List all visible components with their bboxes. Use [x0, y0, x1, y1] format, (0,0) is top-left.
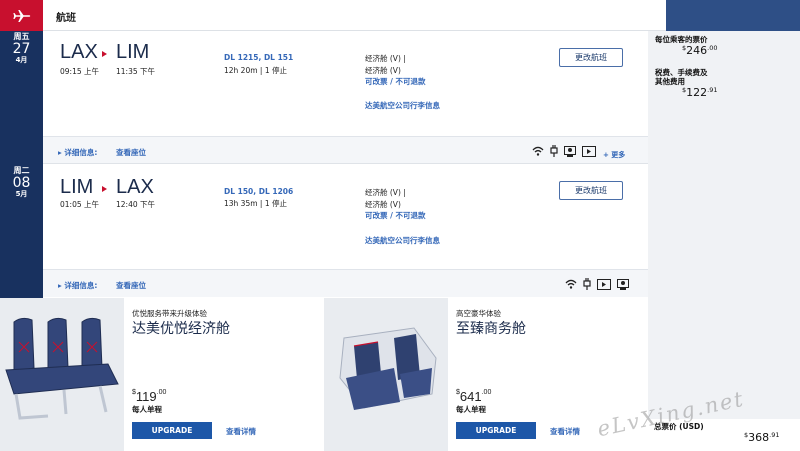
day-of-week: 周二	[13, 166, 30, 175]
destination-code: LAX	[116, 176, 154, 198]
origin-code: LAX	[60, 41, 98, 63]
segment-1-details-row: ▸ 详细信息: 查看座位 + 更多	[43, 136, 648, 164]
day-of-week: 周五	[13, 32, 30, 41]
cabin-class-2: 经济舱 (V)	[365, 200, 401, 209]
seat-row-illustration	[5, 317, 119, 420]
fare-rules-link[interactable]: 可改票 / 不可退款	[365, 210, 425, 221]
baggage-info-link[interactable]: 达美航空公司行李信息	[365, 100, 440, 111]
amenities	[532, 145, 596, 157]
view-details-link[interactable]: 查看详情	[550, 426, 580, 437]
upsell-title: 达美优悦经济舱	[132, 321, 230, 337]
suite-illustration	[339, 327, 437, 410]
flight-numbers[interactable]: DL 1215, DL 151	[224, 53, 293, 62]
more-amenities-link[interactable]: + 更多	[603, 150, 625, 160]
taxes-label: 税费、手续费及 其他费用	[655, 68, 708, 87]
view-seats-link[interactable]: 查看座位	[116, 280, 146, 291]
flight-tab	[0, 0, 43, 31]
depart-time: 01:05 上午	[60, 200, 99, 209]
personal-screen-icon	[564, 145, 576, 157]
route-arrow-icon	[102, 186, 107, 192]
wifi-icon	[565, 279, 577, 289]
upsell-price: $119.00	[132, 389, 167, 404]
change-flight-button[interactable]: 更改航班	[559, 48, 623, 67]
taxes-price: $122.91	[682, 86, 718, 99]
fare-rules-link[interactable]: 可改票 / 不可退款	[365, 76, 425, 87]
amenities	[565, 278, 629, 290]
airplane-icon	[12, 9, 30, 22]
wifi-icon	[532, 146, 544, 156]
power-icon	[550, 145, 558, 157]
origin-code: LIM	[60, 176, 94, 198]
comfort-seat-image	[0, 298, 124, 451]
per-passenger-label: 每位乘客的票价	[655, 35, 708, 44]
day-number: 27	[12, 41, 31, 57]
month: 5月	[15, 190, 28, 198]
personal-screen-icon	[617, 278, 629, 290]
depart-time: 09:15 上午	[60, 67, 99, 76]
per-passenger-price: $246.00	[682, 44, 718, 57]
duration-stops: 12h 20m | 1 停止	[224, 66, 287, 75]
month: 4月	[15, 56, 28, 64]
entertainment-icon	[582, 145, 596, 157]
segment-divider	[43, 163, 648, 164]
total-price: $368.91	[744, 431, 780, 444]
arrive-time: 12:40 下午	[116, 200, 155, 209]
segment-2-date: 周二 08 5月	[0, 167, 43, 198]
route-arrow-icon	[102, 51, 107, 57]
view-seats-link[interactable]: 查看座位	[116, 147, 146, 158]
baggage-info-link[interactable]: 达美航空公司行李信息	[365, 235, 440, 246]
upgrade-button[interactable]: UPGRADE	[132, 422, 212, 439]
details-toggle[interactable]: ▸ 详细信息:	[58, 280, 97, 291]
cabin-class-2: 经济舱 (V)	[365, 66, 401, 75]
day-number: 08	[12, 175, 31, 191]
upsell-title: 至臻商务舱	[456, 321, 526, 337]
price-summary: 每位乘客的票价 $246.00 税费、手续费及 其他费用 $122.91	[648, 31, 800, 419]
entertainment-icon	[597, 278, 611, 290]
cabin-class-1: 经济舱 (V) |	[365, 188, 406, 197]
section-title: 航班	[56, 13, 76, 24]
upgrade-button[interactable]: UPGRADE	[456, 422, 536, 439]
segment-2-details-row: ▸ 详细信息: 查看座位	[43, 269, 648, 297]
power-icon	[583, 278, 591, 290]
upsell-per-person: 每人单程	[456, 405, 486, 414]
arrive-time: 11:35 下午	[116, 67, 155, 76]
section-header: 航班	[43, 0, 666, 31]
upsell-price: $641.00	[456, 389, 492, 404]
destination-code: LIM	[116, 41, 150, 63]
segment-1-date: 周五 27 4月	[0, 33, 43, 64]
upsell-per-person: 每人单程	[132, 405, 162, 414]
duration-stops: 13h 35m | 1 停止	[224, 199, 287, 208]
details-toggle[interactable]: ▸ 详细信息:	[58, 147, 97, 158]
upsell-comfort-plus: 优悦服务带来升级体验 达美优悦经济舱 $119.00 每人单程 UPGRADE …	[0, 298, 324, 451]
flight-numbers[interactable]: DL 150, DL 1206	[224, 187, 293, 196]
business-seat-image	[324, 298, 448, 451]
cabin-class-1: 经济舱 (V) |	[365, 54, 406, 63]
change-flight-button[interactable]: 更改航班	[559, 181, 623, 200]
view-details-link[interactable]: 查看详情	[226, 426, 256, 437]
